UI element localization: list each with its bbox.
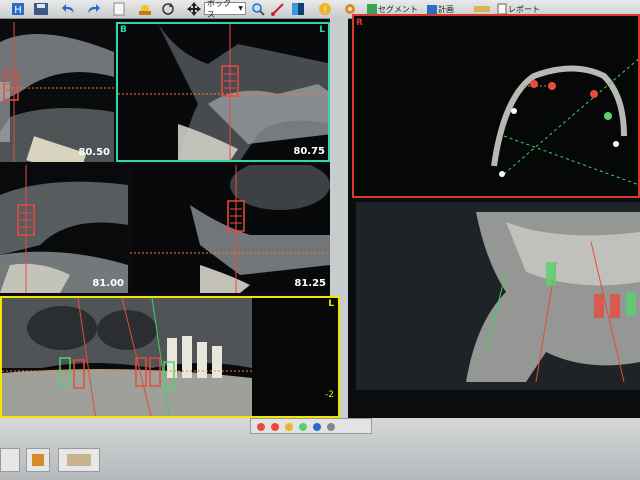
slice-view-80-50[interactable]: 80.50 <box>0 22 114 162</box>
slice-number: 81.25 <box>294 278 326 289</box>
report-label: レポート <box>508 4 540 14</box>
panoramic-image <box>2 298 338 416</box>
ct-axial-image <box>354 16 638 196</box>
chevron-down-icon: ▼ <box>238 5 243 12</box>
orientation-label-right: L <box>319 25 325 35</box>
axial-view[interactable]: R <box>352 14 640 198</box>
contrast-icon[interactable] <box>290 1 306 17</box>
undo-icon[interactable] <box>60 1 78 17</box>
3d-render-view[interactable] <box>356 202 640 390</box>
view-mode-select[interactable]: ボックス ▼ <box>204 0 246 19</box>
slice-number: 81.00 <box>92 278 124 289</box>
svg-text:!: ! <box>323 6 327 16</box>
scale-label: -2 <box>325 390 334 400</box>
3d-skull-render <box>356 202 640 390</box>
taskbar-button-1[interactable] <box>0 448 20 472</box>
taskbar-button-2[interactable] <box>26 448 50 472</box>
panoramic-view[interactable]: L -2 <box>0 296 340 418</box>
segment-label: セグメント <box>378 4 418 14</box>
slice-view-81-00[interactable]: 81.00 <box>0 165 128 293</box>
slice-number: 80.50 <box>78 147 110 158</box>
zoom-icon[interactable] <box>250 1 266 17</box>
plan-label: 計画 <box>438 4 454 14</box>
view-mode-value: ボックス <box>207 0 231 19</box>
page-icon[interactable] <box>112 1 126 17</box>
svg-text:H: H <box>14 5 22 16</box>
brightness-icon[interactable] <box>136 1 154 17</box>
slice-number: 80.75 <box>293 146 325 157</box>
taskbar-button-3[interactable] <box>58 448 100 472</box>
ct-slice-image <box>0 165 128 293</box>
ct-slice-image <box>0 22 114 162</box>
measure-icon[interactable] <box>270 1 286 17</box>
ct-slice-image <box>118 24 328 160</box>
slice-view-80-75[interactable]: B L 80.75 <box>116 22 330 162</box>
orientation-label-left: R <box>356 18 363 28</box>
save-icon[interactable] <box>32 1 50 17</box>
orientation-label-left: B <box>120 25 127 35</box>
pan-icon[interactable] <box>186 1 202 17</box>
orientation-label-right: L <box>328 299 334 309</box>
info-icon[interactable]: ! <box>316 1 334 17</box>
rotate-icon[interactable] <box>160 1 176 17</box>
slice-view-81-25[interactable]: 81.25 <box>130 165 330 293</box>
view-controls <box>250 418 372 434</box>
ct-slice-image <box>130 165 330 293</box>
redo-icon[interactable] <box>84 1 102 17</box>
h-tool-icon[interactable]: H <box>10 1 26 17</box>
